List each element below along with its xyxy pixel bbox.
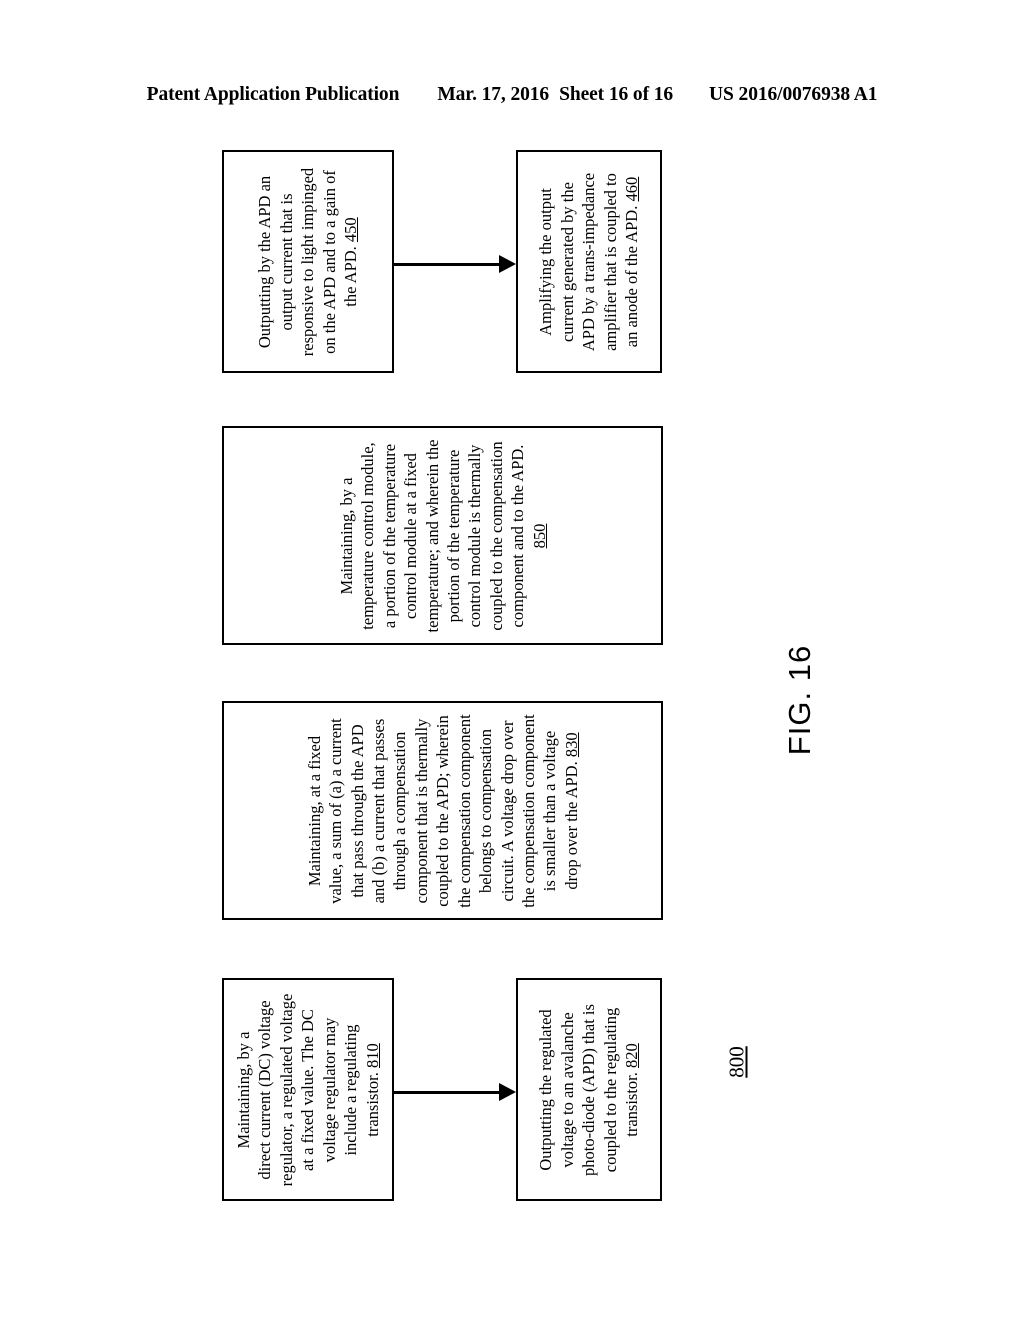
flowchart-box-810-text: Maintaining, by a direct current (DC) vo… bbox=[233, 993, 382, 1186]
flowchart-box-450-text-wrap: Outputting by the APD an output current … bbox=[224, 152, 392, 371]
flowchart-box-810: Maintaining, by a direct current (DC) vo… bbox=[222, 978, 394, 1201]
diagram-reference-number: 800 bbox=[724, 1046, 749, 1078]
flowchart-box-820: Outputting the regulated voltage to an a… bbox=[516, 978, 662, 1201]
arrow-450-to-460-line bbox=[394, 263, 501, 266]
flowchart-box-460-text: Amplifying the output current generated … bbox=[536, 172, 642, 351]
arrow-450-to-460-head bbox=[499, 255, 516, 273]
flowchart-box-830-text-wrap: Maintaining, at a fixed value, a sum of … bbox=[273, 703, 613, 918]
arrow-810-to-820-head bbox=[499, 1083, 516, 1101]
header-publication-number: US 2016/0076938 A1 bbox=[709, 84, 878, 105]
figure-label: FIG. 16 bbox=[782, 644, 817, 756]
flowchart-box-830-text: Maintaining, at a fixed value, a sum of … bbox=[304, 713, 581, 908]
header-sheet-number: Sheet 16 of 16 bbox=[559, 84, 674, 105]
flowchart-box-810-text-wrap: Maintaining, by a direct current (DC) vo… bbox=[224, 980, 392, 1199]
flowchart-box-850-text: Maintaining, by a temperature control mo… bbox=[336, 439, 549, 632]
publication-header: Patent Application Publication Mar. 17, … bbox=[0, 84, 1024, 106]
flowchart-box-850-text-wrap: Maintaining, by a temperature control mo… bbox=[313, 428, 573, 643]
flowchart-box-830: Maintaining, at a fixed value, a sum of … bbox=[222, 701, 663, 920]
flowchart-box-850: Maintaining, by a temperature control mo… bbox=[222, 426, 663, 645]
flowchart-box-460-text-wrap: Amplifying the output current generated … bbox=[518, 152, 660, 371]
flowchart-box-460: Amplifying the output current generated … bbox=[516, 150, 662, 373]
arrow-810-to-820-line bbox=[394, 1091, 501, 1094]
flowchart-box-820-text: Outputting the regulated voltage to an a… bbox=[536, 1003, 642, 1176]
header-publication-date: Mar. 17, 2016 bbox=[437, 84, 550, 105]
flowchart-box-450: Outputting by the APD an output current … bbox=[222, 150, 394, 373]
header-publication-title: Patent Application Publication bbox=[146, 84, 400, 105]
flowchart-box-820-text-wrap: Outputting the regulated voltage to an a… bbox=[518, 980, 660, 1199]
flowchart-box-450-text: Outputting by the APD an output current … bbox=[255, 167, 361, 356]
